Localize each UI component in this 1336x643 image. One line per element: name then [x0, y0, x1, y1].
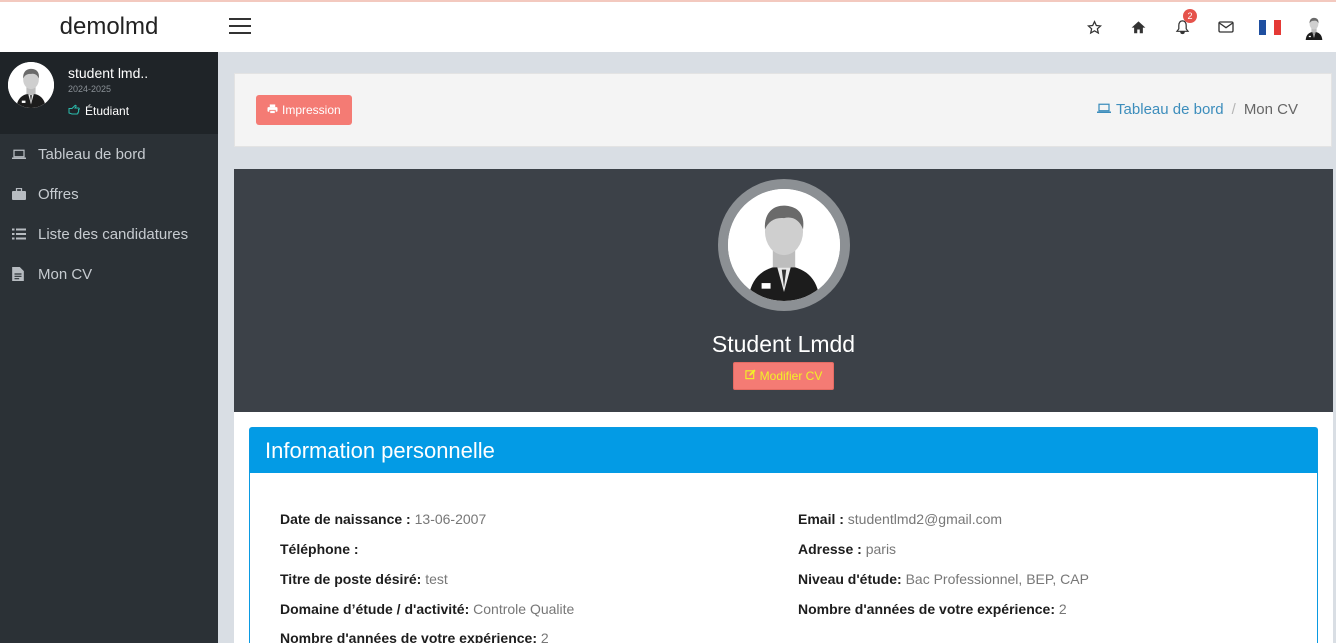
card-title: Information personnelle [250, 428, 1317, 473]
experience-years-field: Nombre d'années de votre expérience: 2 [798, 601, 1067, 617]
envelope-icon[interactable] [1204, 2, 1248, 52]
print-icon [267, 103, 278, 117]
flag-fr-icon[interactable] [1248, 2, 1292, 52]
field-label: Titre de poste désiré: [280, 571, 426, 587]
profile-avatar [718, 179, 850, 311]
print-label: Impression [282, 103, 341, 117]
breadcrumb-home-link[interactable]: Tableau de bord [1097, 101, 1224, 118]
sidebar-item-offres[interactable]: Offres [0, 174, 218, 214]
hand-pointer-icon [68, 104, 80, 118]
email-field: Email : studentlmd2@gmail.com [798, 511, 1002, 527]
breadcrumb-current: Mon CV [1243, 101, 1298, 118]
sidebar-item-label: Liste des candidatures [38, 225, 189, 243]
sidebar-item-label: Tableau de bord [38, 145, 146, 163]
phone-field: Téléphone : [280, 541, 359, 557]
top-navbar: demolmd 2 [0, 0, 1336, 52]
list-icon [12, 228, 38, 240]
domain-field: Domaine d’étude / d'activité: Controle Q… [280, 601, 574, 617]
bell-icon[interactable]: 2 [1160, 2, 1204, 52]
sidebar-item-label: Offres [38, 185, 79, 203]
user-avatar-icon[interactable] [1292, 2, 1336, 52]
field-label: Nombre d'années de votre expérience: [280, 630, 541, 643]
user-year: 2024-2025 [68, 84, 112, 94]
profile-name: Student Lmdd [711, 331, 856, 357]
user-panel: student lmd.. 2024-2025 Étudiant [0, 52, 218, 134]
field-value: paris [865, 541, 897, 557]
breadcrumb-separator: / [1231, 101, 1236, 118]
field-label: Nombre d'années de votre expérience: [798, 601, 1059, 617]
edit-icon [745, 369, 756, 383]
top-icons: 2 [1072, 2, 1336, 52]
user-role: Étudiant [68, 104, 129, 118]
field-value: Controle Qualite [473, 601, 575, 617]
breadcrumb-home-label: Tableau de bord [1116, 101, 1224, 118]
field-value: test [425, 571, 448, 587]
briefcase-icon [12, 188, 38, 200]
profile-banner: Student Lmdd Modifier CV [234, 169, 1333, 412]
laptop-icon [1097, 101, 1112, 118]
sidebar-item-dashboard[interactable]: Tableau de bord [0, 134, 218, 174]
sidebar-nav: Tableau de bord Offres Liste des candida… [0, 134, 218, 294]
content-header: Impression Tableau de bord / Mon CV [234, 73, 1332, 147]
field-label: Email : [798, 511, 848, 527]
sidebar-item-label: Mon CV [38, 265, 93, 283]
field-label: Domaine d’étude / d'activité: [280, 601, 474, 617]
education-level-field: Niveau d'étude: Bac Professionnel, BEP, … [798, 571, 1089, 587]
field-value: 2 [540, 630, 549, 643]
print-button[interactable]: Impression [256, 95, 352, 125]
birthdate-field: Date de naissance : 13-06-2007 [280, 511, 486, 527]
field-value: Bac Professionnel, BEP, CAP [905, 571, 1089, 587]
user-role-label: Étudiant [85, 104, 130, 118]
star-icon[interactable] [1072, 2, 1116, 52]
field-label: Adresse : [798, 541, 866, 557]
field-value: 13-06-2007 [414, 511, 487, 527]
brand-logo[interactable]: demolmd [0, 2, 218, 52]
field-value: 2 [1058, 601, 1067, 617]
field-label: Niveau d'étude: [798, 571, 906, 587]
field-value: studentlmd2@gmail.com [847, 511, 1003, 527]
breadcrumb: Tableau de bord / Mon CV [1097, 101, 1298, 118]
laptop-icon [12, 149, 38, 160]
address-field: Adresse : paris [798, 541, 896, 557]
personal-info-card: Information personnelle Date de naissanc… [249, 427, 1318, 643]
avatar [8, 62, 54, 108]
modify-cv-button[interactable]: Modifier CV [733, 362, 834, 390]
menu-toggle-icon[interactable] [229, 18, 251, 34]
field-label: Téléphone : [280, 541, 359, 557]
file-icon [12, 267, 38, 281]
experience-field: Nombre d'années de votre expérience: 2 [280, 630, 549, 643]
home-icon[interactable] [1116, 2, 1160, 52]
user-name: student lmd.. [68, 65, 149, 81]
field-label: Date de naissance : [280, 511, 415, 527]
sidebar-item-mon-cv[interactable]: Mon CV [0, 254, 218, 294]
notification-badge: 2 [1183, 9, 1197, 23]
modify-cv-label: Modifier CV [759, 369, 823, 383]
sidebar-item-candidatures[interactable]: Liste des candidatures [0, 214, 218, 254]
sidebar: student lmd.. 2024-2025 Étudiant Tableau… [0, 52, 218, 643]
desired-title-field: Titre de poste désiré: test [280, 571, 448, 587]
